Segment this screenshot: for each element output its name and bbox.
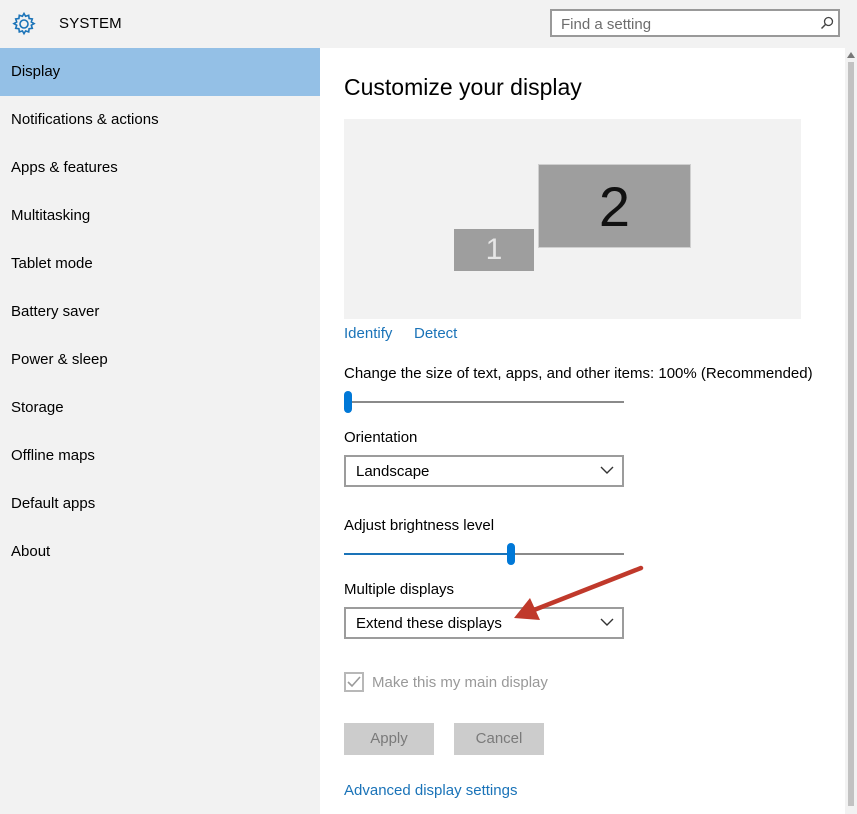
slider-thumb[interactable] — [344, 391, 352, 413]
sidebar-item-tablet-mode[interactable]: Tablet mode — [0, 240, 320, 288]
sidebar-item-about[interactable]: About — [0, 528, 320, 576]
dropdown-value: Extend these displays — [356, 615, 502, 632]
monitor-number: 1 — [485, 233, 503, 266]
sidebar-item-notifications[interactable]: Notifications & actions — [0, 96, 320, 144]
sidebar-item-label: Notifications & actions — [11, 111, 159, 128]
monitor-1[interactable]: 1 — [454, 229, 534, 271]
gear-icon — [12, 11, 36, 36]
multiple-displays-dropdown[interactable]: Extend these displays — [344, 607, 624, 639]
cancel-button[interactable]: Cancel — [454, 723, 544, 755]
scale-label: Change the size of text, apps, and other… — [344, 365, 813, 382]
sidebar-item-storage[interactable]: Storage — [0, 384, 320, 432]
sidebar-item-label: Display — [11, 63, 61, 80]
search-icon[interactable] — [820, 16, 834, 30]
title-bar: SYSTEM — [0, 0, 857, 48]
sidebar-item-label: Offline maps — [11, 447, 95, 464]
sidebar-item-default-apps[interactable]: Default apps — [0, 480, 320, 528]
slider-fill — [344, 553, 511, 555]
monitor-number: 2 — [598, 174, 631, 238]
orientation-dropdown[interactable]: Landscape — [344, 455, 624, 487]
sidebar-item-label: Tablet mode — [11, 255, 93, 272]
sidebar-item-label: About — [11, 543, 51, 560]
sidebar: Display Notifications & actions Apps & f… — [0, 48, 320, 814]
sidebar-item-label: Apps & features — [11, 159, 118, 176]
sidebar-item-label: Default apps — [11, 495, 96, 512]
apply-button[interactable]: Apply — [344, 723, 434, 755]
page-title: Customize your display — [344, 74, 582, 100]
sidebar-item-power-sleep[interactable]: Power & sleep — [0, 336, 320, 384]
chevron-down-icon — [600, 618, 614, 626]
sidebar-item-label: Battery saver — [11, 303, 100, 320]
sidebar-item-label: Multitasking — [11, 207, 91, 224]
slider-track — [344, 401, 624, 403]
search-box[interactable] — [550, 9, 840, 37]
display-arrangement: 1 2 — [344, 119, 801, 319]
sidebar-item-label: Power & sleep — [11, 351, 108, 368]
sidebar-item-offline-maps[interactable]: Offline maps — [0, 432, 320, 480]
advanced-display-settings-link[interactable]: Advanced display settings — [344, 782, 517, 799]
brightness-slider[interactable] — [344, 542, 624, 566]
sidebar-item-apps-features[interactable]: Apps & features — [0, 144, 320, 192]
scrollbar[interactable] — [845, 48, 857, 814]
sidebar-item-label: Storage — [11, 399, 64, 416]
scroll-thumb[interactable] — [848, 62, 854, 806]
sidebar-item-display[interactable]: Display — [0, 48, 320, 96]
multiple-displays-label: Multiple displays — [344, 581, 455, 598]
main-display-checkbox[interactable] — [344, 672, 364, 692]
scroll-up-arrow-icon[interactable] — [847, 52, 855, 58]
detect-link[interactable]: Detect — [414, 325, 457, 342]
scale-slider[interactable] — [344, 390, 624, 414]
main-content: Customize your display 1 2 Identify Dete… — [320, 48, 845, 814]
search-input[interactable] — [561, 14, 811, 34]
chevron-down-icon — [600, 466, 614, 474]
checkmark-icon — [347, 676, 361, 688]
identify-link[interactable]: Identify — [344, 325, 392, 342]
brightness-label: Adjust brightness level — [344, 517, 495, 534]
section-title: SYSTEM — [59, 15, 122, 32]
main-display-label: Make this my main display — [372, 674, 548, 691]
dropdown-value: Landscape — [356, 463, 430, 480]
orientation-label: Orientation — [344, 429, 418, 446]
sidebar-item-battery-saver[interactable]: Battery saver — [0, 288, 320, 336]
sidebar-item-multitasking[interactable]: Multitasking — [0, 192, 320, 240]
monitor-2[interactable]: 2 — [538, 164, 691, 248]
slider-thumb[interactable] — [507, 543, 515, 565]
